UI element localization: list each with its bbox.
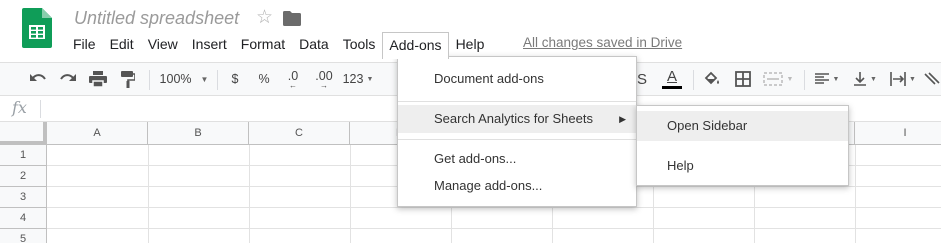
menu-data[interactable]: Data	[292, 32, 336, 56]
menu-insert[interactable]: Insert	[185, 32, 234, 56]
print-icon[interactable]	[86, 63, 110, 95]
select-all-corner[interactable]	[0, 122, 47, 145]
zoom-select[interactable]: 100% ▼	[158, 63, 210, 95]
menu-view[interactable]: View	[141, 32, 185, 56]
percent-format-button[interactable]: %	[255, 63, 273, 95]
menu-help[interactable]: Help	[449, 32, 492, 56]
merge-cells-icon[interactable]: ▼	[760, 63, 796, 95]
document-title[interactable]: Untitled spreadsheet	[74, 8, 239, 29]
star-icon[interactable]: ☆	[256, 7, 273, 29]
dropdown-arrow-icon: ▼	[832, 75, 840, 83]
dropdown-arrow-icon: ▼	[909, 75, 916, 83]
currency-format-button[interactable]: $	[226, 63, 244, 95]
folder-icon[interactable]	[283, 11, 301, 26]
submenu-arrow-icon: ▶	[619, 114, 626, 124]
more-formats-label: 123	[342, 72, 364, 86]
borders-icon[interactable]	[731, 63, 755, 95]
paint-format-icon[interactable]	[116, 63, 140, 95]
menu-item-get-addons[interactable]: Get add-ons...	[398, 145, 636, 173]
menu-item-label: Search Analytics for Sheets	[434, 111, 593, 126]
vertical-align-icon[interactable]: ▼	[850, 63, 880, 95]
menu-addons[interactable]: Add-ons	[382, 31, 449, 59]
fx-icon: fx	[12, 98, 27, 117]
more-formats-select[interactable]: 123 ▼	[340, 63, 376, 95]
row-header[interactable]: 1	[0, 145, 47, 166]
text-wrapping-icon[interactable]: ▼	[887, 63, 919, 95]
dropdown-arrow-icon: ▼	[870, 75, 877, 83]
save-status-link[interactable]: All changes saved in Drive	[523, 35, 682, 50]
column-header[interactable]: B	[148, 122, 249, 145]
dropdown-arrow-icon: ▼	[786, 75, 794, 83]
column-header[interactable]: A	[47, 122, 148, 145]
arrow-left-icon: ←	[289, 81, 297, 90]
row-header[interactable]: 4	[0, 208, 47, 229]
dropdown-arrow-icon: ▼	[200, 74, 209, 84]
row-header[interactable]: 2	[0, 166, 47, 187]
column-header[interactable]: I	[855, 122, 941, 145]
horizontal-align-icon[interactable]: ▼	[811, 63, 843, 95]
undo-icon[interactable]	[26, 63, 50, 95]
menu-format[interactable]: Format	[234, 32, 292, 56]
menu-bar: File Edit View Insert Format Data Tools …	[66, 31, 492, 59]
text-color-letter: A	[666, 68, 677, 85]
menu-item-search-analytics[interactable]: Search Analytics for Sheets ▶	[398, 105, 636, 133]
fill-color-icon[interactable]	[700, 63, 724, 95]
text-rotation-icon[interactable]	[922, 63, 941, 95]
dropdown-arrow-icon: ▼	[366, 75, 374, 83]
menu-item-document-addons[interactable]: Document add-ons	[398, 65, 636, 93]
increase-decimals-button[interactable]: .00 →	[310, 63, 338, 95]
search-analytics-submenu: Open Sidebar Help	[636, 105, 849, 186]
text-color-bar	[662, 86, 682, 89]
sheets-logo-icon[interactable]	[22, 8, 52, 48]
menu-item-help[interactable]: Help	[637, 151, 848, 181]
menu-item-open-sidebar[interactable]: Open Sidebar	[637, 111, 848, 141]
menu-tools[interactable]: Tools	[336, 32, 383, 56]
menu-item-manage-addons[interactable]: Manage add-ons...	[398, 172, 636, 200]
row-header[interactable]: 5	[0, 229, 47, 243]
row-header[interactable]: 3	[0, 187, 47, 208]
menu-file[interactable]: File	[66, 32, 103, 56]
column-header[interactable]: C	[249, 122, 350, 145]
text-color-button[interactable]: A	[661, 63, 683, 95]
menu-edit[interactable]: Edit	[103, 32, 141, 56]
redo-icon[interactable]	[56, 63, 80, 95]
decrease-decimals-button[interactable]: .0 ←	[281, 63, 305, 95]
zoom-value: 100%	[159, 72, 192, 86]
arrow-right-small-icon: →	[320, 81, 328, 90]
addons-dropdown-menu: Document add-ons Search Analytics for Sh…	[397, 56, 637, 207]
strikethrough-icon[interactable]: S	[637, 63, 647, 95]
